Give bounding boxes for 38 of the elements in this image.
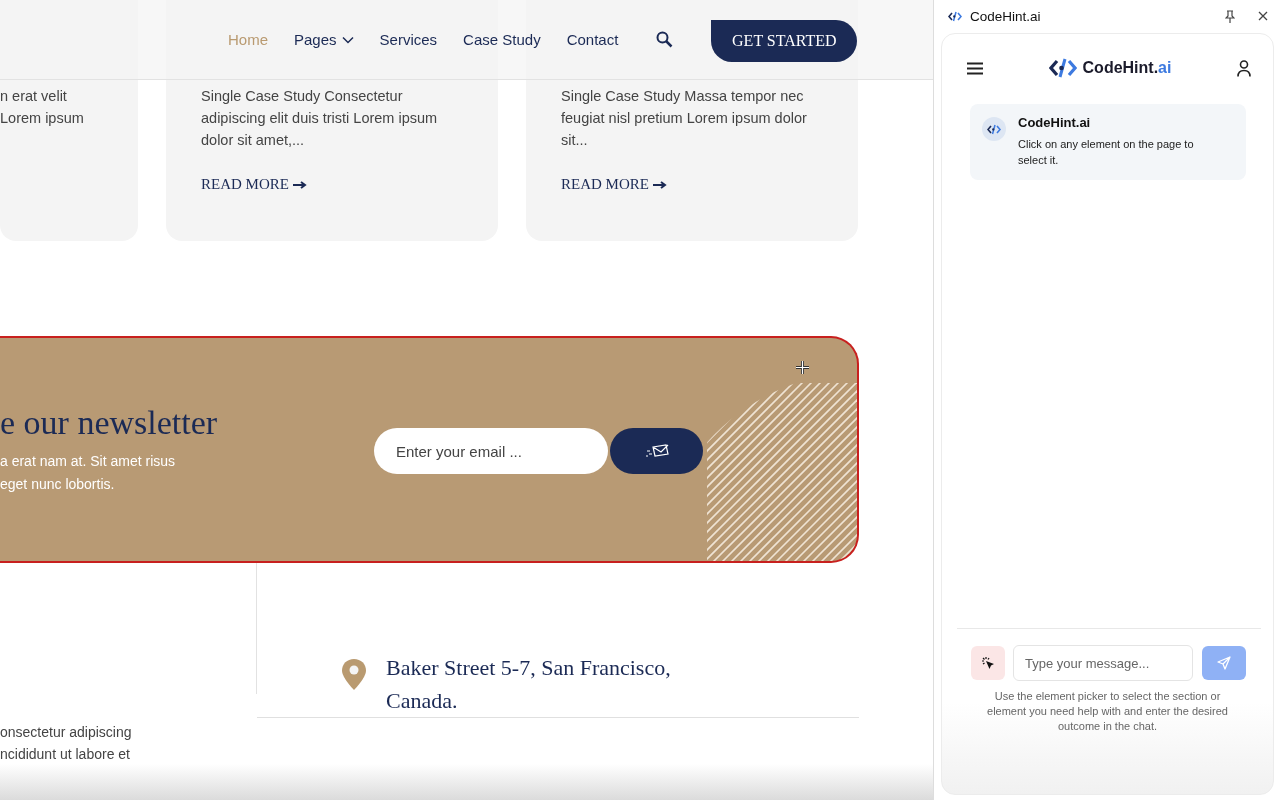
location-pin-icon — [342, 659, 366, 690]
newsletter-heading: e our newsletter — [0, 404, 219, 442]
code-logo-icon — [948, 10, 962, 22]
arrow-right-icon — [292, 181, 307, 189]
subscribe-button[interactable] — [610, 428, 703, 474]
email-field[interactable]: Enter your email ... — [374, 428, 608, 474]
nav-link[interactable]: Case Study — [463, 31, 541, 48]
code-logo-icon — [1048, 57, 1077, 79]
element-picker-button[interactable] — [971, 646, 1005, 680]
card-excerpt: Single Case Study Consectetur adipiscing elit duis tristi Lorem ipsum dolor sit amet,... — [201, 87, 439, 150]
search-icon[interactable] — [656, 31, 674, 48]
crosshair-cursor-icon — [795, 360, 810, 375]
close-icon[interactable] — [1258, 11, 1268, 21]
message-input[interactable]: Type your message... — [1013, 645, 1193, 681]
cursor-click-icon — [981, 656, 995, 670]
footer-text: onsectetur adipiscing ncididunt ut labore et — [0, 723, 133, 764]
pin-icon[interactable] — [1225, 9, 1235, 23]
user-icon[interactable] — [1237, 59, 1251, 77]
newsletter-text: a erat nam at. Sit amet risus eget nunc lobortis. — [0, 452, 177, 494]
nav-link[interactable]: Pages — [294, 31, 354, 48]
brand-name: CodeHint.ai — [1082, 59, 1172, 77]
read-more-link[interactable]: READ MORE — [561, 176, 649, 193]
read-more-link[interactable]: READ MORE — [201, 176, 289, 193]
code-logo-icon — [987, 123, 1001, 135]
card-excerpt: Single Case Study Massa tempor nec feugiat nisl pretium Lorem ipsum dolor sit... — [561, 87, 808, 150]
nav-link[interactable]: Services — [379, 31, 438, 48]
panel-title: CodeHint.ai — [970, 8, 1042, 24]
arrow-right-icon — [652, 181, 667, 189]
nav-link[interactable]: Contact — [566, 31, 619, 48]
picker-hint: Use the element picker to select the section or element you need help with and enter the desired outcome in the chat. — [986, 689, 1229, 734]
card-excerpt: n erat velit Lorem ipsum — [0, 87, 85, 128]
message-text: Click on any element on the page to select it. — [1018, 137, 1195, 168]
message-sender: CodeHint.ai — [1018, 115, 1092, 130]
send-icon — [1217, 656, 1231, 670]
get-started-button[interactable]: GET STARTED — [711, 19, 858, 62]
envelope-icon — [644, 444, 669, 458]
menu-icon[interactable] — [967, 61, 983, 75]
address-text: Baker Street 5-7, San Francisco, Canada. — [386, 654, 671, 715]
